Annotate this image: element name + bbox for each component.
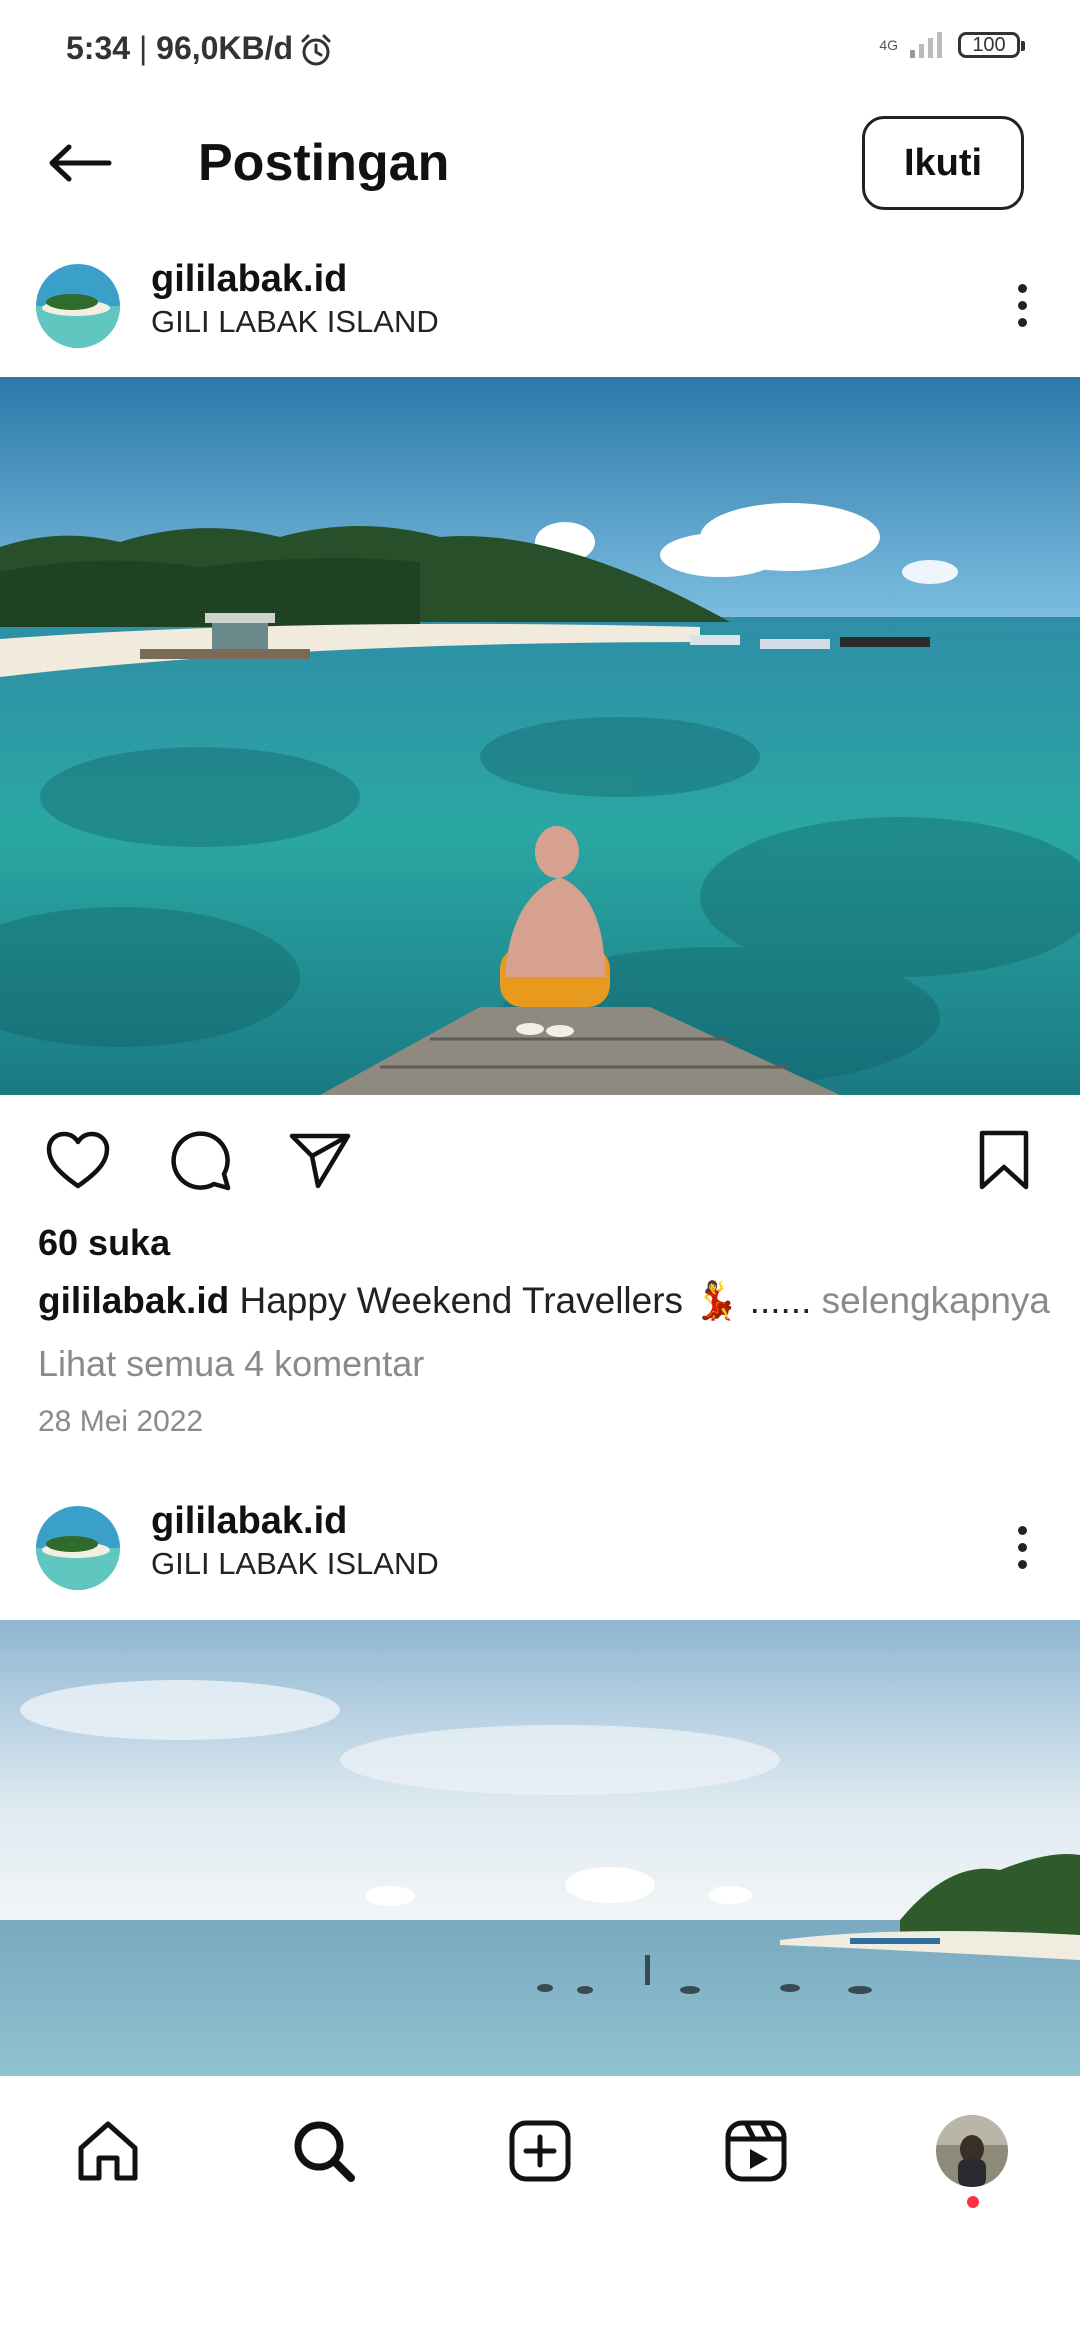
nav-profile[interactable]	[927, 2106, 1017, 2196]
comment-icon	[171, 1131, 231, 1191]
account-name[interactable]: gililabak.id	[151, 258, 347, 301]
more-options-button[interactable]	[992, 1512, 1052, 1582]
reels-icon	[725, 2120, 787, 2182]
more-link[interactable]: selengkapnya	[822, 1280, 1050, 1321]
post-header: gililabak.id GILI LABAK ISLAND	[0, 248, 1080, 368]
caption-ellipsis: ......	[749, 1280, 812, 1321]
battery-indicator: 100	[958, 32, 1025, 58]
status-speed: 96,0KB/d	[156, 30, 294, 66]
network-type: 4G	[879, 37, 898, 53]
heart-icon	[46, 1131, 110, 1189]
nav-home[interactable]	[63, 2106, 153, 2196]
location-link[interactable]: GILI LABAK ISLAND	[151, 1546, 439, 1582]
post-actions	[0, 1118, 1080, 1202]
avatar[interactable]	[36, 1506, 120, 1590]
more-vertical-icon	[1017, 1525, 1027, 1535]
status-time: 5:34	[66, 30, 131, 66]
caption-text: Happy Weekend Travellers 💃	[239, 1280, 740, 1321]
more-vertical-icon	[1017, 283, 1027, 293]
post-image[interactable]	[0, 1620, 1080, 2076]
view-comments-link[interactable]: Lihat semua 4 komentar	[38, 1343, 424, 1385]
post-image[interactable]	[0, 377, 1080, 1095]
follow-button[interactable]: Ikuti	[862, 116, 1024, 210]
bookmark-icon	[979, 1130, 1029, 1190]
home-icon	[78, 2121, 138, 2181]
nav-search[interactable]	[279, 2106, 369, 2196]
bottom-navigation	[0, 2076, 1080, 2226]
status-bar: 5:34 | 96,0KB/d 4G 100	[0, 0, 1080, 100]
plus-square-icon	[509, 2120, 571, 2182]
notification-dot	[967, 2196, 979, 2208]
share-button[interactable]	[280, 1118, 360, 1202]
arrow-left-icon	[49, 144, 112, 182]
caption: gililabak.id Happy Weekend Travellers 💃 …	[38, 1280, 1058, 1323]
send-icon	[289, 1133, 351, 1189]
page-title: Postingan	[198, 134, 450, 192]
signal-icon	[910, 32, 942, 58]
search-icon	[294, 2121, 355, 2182]
post-date: 28 Mei 2022	[38, 1405, 204, 1438]
like-button[interactable]	[38, 1118, 118, 1202]
comment-button[interactable]	[160, 1118, 240, 1202]
avatar[interactable]	[36, 264, 120, 348]
caption-username[interactable]: gililabak.id	[38, 1280, 229, 1321]
likes-count[interactable]: 60 suka	[38, 1222, 170, 1264]
save-button[interactable]	[964, 1118, 1044, 1202]
back-button[interactable]	[40, 128, 120, 198]
alarm-icon	[301, 34, 331, 66]
status-icons: 4G 100	[876, 30, 1025, 60]
nav-create[interactable]	[495, 2106, 585, 2196]
status-text: 5:34 | 96,0KB/d	[66, 30, 293, 67]
location-link[interactable]: GILI LABAK ISLAND	[151, 304, 439, 340]
status-separator: |	[138, 30, 157, 66]
profile-avatar	[936, 2115, 1008, 2187]
more-options-button[interactable]	[992, 270, 1052, 340]
post-header: gililabak.id GILI LABAK ISLAND	[0, 1490, 1080, 1610]
account-name[interactable]: gililabak.id	[151, 1500, 347, 1543]
nav-reels[interactable]	[711, 2106, 801, 2196]
top-bar: Postingan Ikuti	[0, 100, 1080, 230]
